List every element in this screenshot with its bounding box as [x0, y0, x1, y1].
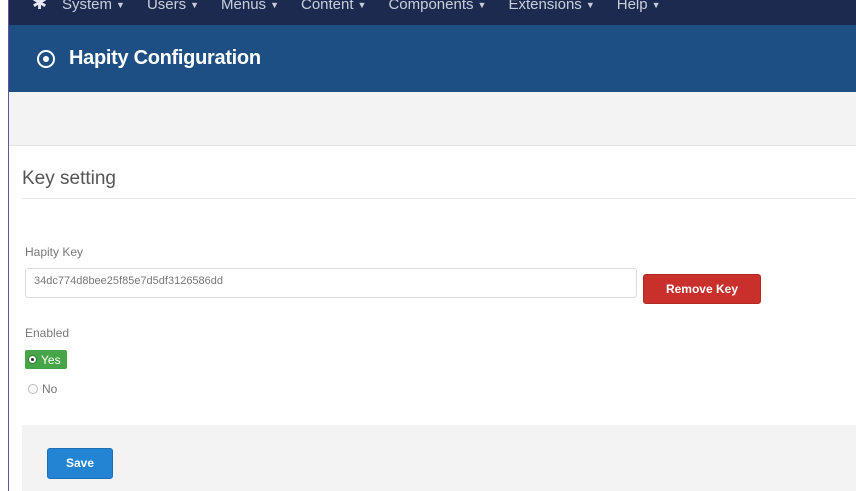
save-button[interactable]: Save — [47, 448, 113, 479]
enabled-yes-label: Yes — [41, 352, 61, 367]
enabled-yes-radio[interactable]: Yes — [25, 350, 67, 369]
radio-checked-icon — [28, 355, 37, 364]
enabled-label: Enabled — [25, 326, 70, 340]
hapity-key-label: Hapity Key — [25, 245, 84, 259]
remove-key-button[interactable]: Remove Key — [643, 274, 761, 304]
fieldset-legend: Key setting — [22, 168, 116, 189]
menu-help[interactable]: Help ▼ — [617, 0, 661, 13]
menu-menus-label: Menus — [221, 0, 267, 13]
admin-top-menu: ✱ System ▼ Users ▼ Menus ▼ Content ▼ Compone… — [9, 0, 856, 25]
caret-down-icon: ▼ — [270, 0, 279, 11]
caret-down-icon: ▼ — [651, 0, 661, 11]
menu-system[interactable]: System ▼ — [62, 0, 125, 13]
menu-users-label: Users — [146, 0, 187, 13]
page-header: Hapity Configuration — [9, 25, 856, 92]
caret-down-icon: ▼ — [477, 0, 487, 11]
config-form: Key setting Hapity Key 34dc774d8bee25f85… — [9, 146, 856, 491]
menu-extensions-label: Extensions — [508, 0, 582, 13]
menu-content[interactable]: Content ▼ — [301, 0, 366, 13]
caret-down-icon: ▼ — [116, 0, 125, 11]
joomla-logo-icon[interactable]: ✱ — [32, 0, 52, 12]
enabled-no-label: No — [42, 382, 58, 396]
menu-menus[interactable]: Menus ▼ — [221, 0, 279, 13]
radio-unchecked-icon — [28, 384, 38, 394]
legend-divider — [22, 198, 856, 199]
enabled-no-radio[interactable]: No — [25, 382, 57, 396]
menu-components[interactable]: Components ▼ — [388, 0, 486, 13]
window-frame — [0, 0, 9, 491]
page-title: Hapity Configuration — [69, 47, 261, 69]
menu-content-label: Content — [300, 0, 354, 13]
caret-down-icon: ▼ — [190, 0, 200, 11]
menu-system-label: System — [62, 0, 113, 13]
menu-users[interactable]: Users ▼ — [147, 0, 199, 13]
menu-components-label: Components — [388, 0, 474, 13]
menu-extensions[interactable]: Extensions ▼ — [508, 0, 594, 13]
form-actions: Save — [22, 425, 856, 491]
caret-down-icon: ▼ — [585, 0, 595, 11]
caret-down-icon: ▼ — [357, 0, 367, 11]
toolbar-area — [9, 92, 856, 146]
hapity-key-input[interactable]: 34dc774d8bee25f85e7d5df3126586dd — [25, 268, 637, 298]
menu-help-label: Help — [616, 0, 648, 13]
target-icon — [37, 49, 55, 68]
